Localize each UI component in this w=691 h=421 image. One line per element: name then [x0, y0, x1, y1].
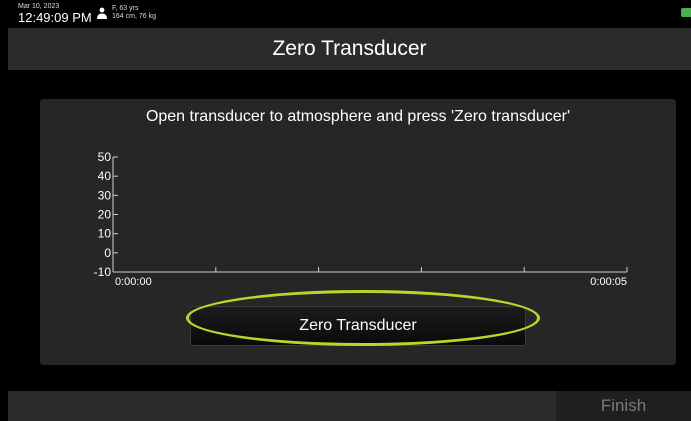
y-tick-label: 40	[98, 169, 112, 183]
patient-measurements: 164 cm, 76 kg	[112, 13, 156, 20]
pressure-chart: 50 40 30 20 10 0 -100:00:00 0:00:05	[94, 150, 628, 288]
y-tick-label: -10	[94, 265, 112, 279]
finish-button-label: Finish	[600, 396, 647, 415]
y-tick-label: 30	[98, 188, 112, 202]
page-title: Zero Transducer	[272, 37, 427, 60]
person-icon	[97, 7, 107, 19]
finish-button[interactable]: Finish	[556, 391, 691, 421]
x-tick-label-start: 0:00:00	[115, 276, 152, 288]
status-time: 12:49:09 PM	[18, 10, 92, 25]
header: Zero Transducer	[8, 28, 691, 70]
x-tick-label-end: 0:00:05	[590, 276, 627, 288]
y-tick-label: 10	[98, 227, 112, 241]
battery-icon	[681, 8, 691, 17]
footer: Finish	[8, 391, 691, 421]
y-tick-label: 50	[98, 150, 112, 164]
y-tick-label: 20	[98, 208, 112, 222]
zero-transducer-button[interactable]: Zero Transducer	[190, 306, 526, 346]
zero-panel: Open transducer to atmosphere and press …	[40, 99, 676, 365]
zero-transducer-button-label: Zero Transducer	[299, 317, 417, 334]
status-bar: Mar 10, 2023 12:49:09 PM F, 63 yrs 164 c…	[8, 0, 691, 28]
y-tick-label: 0	[104, 246, 111, 260]
patient-summary: F, 63 yrs	[112, 5, 139, 12]
